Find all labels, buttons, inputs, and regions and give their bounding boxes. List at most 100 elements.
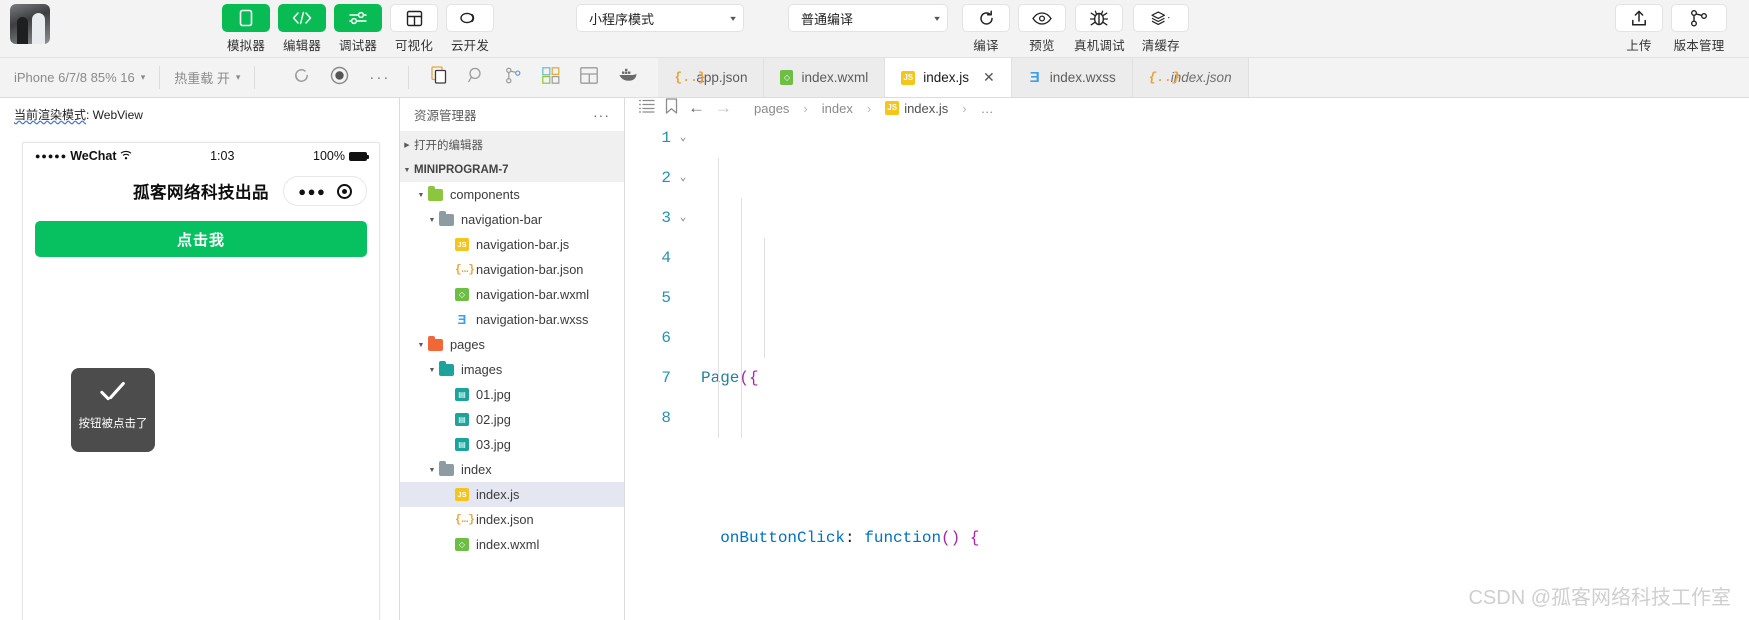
action-clear-cache[interactable]: 清缓存: [1132, 0, 1189, 54]
open-editors-section[interactable]: 打开的编辑器: [400, 132, 624, 157]
tree-item-navigation-bar-wxml[interactable]: ◇ navigation-bar.wxml: [400, 282, 624, 307]
branch-icon: [1671, 4, 1727, 32]
action-compile[interactable]: 编译: [962, 0, 1010, 54]
tree-item-03-jpg[interactable]: ▤ 03.jpg: [400, 432, 624, 457]
capsule-button[interactable]: ●●●: [283, 176, 367, 206]
action-remote-debug[interactable]: 真机调试: [1074, 0, 1125, 54]
device-selector[interactable]: iPhone 6/7/8 85% 16 ▾: [0, 58, 159, 97]
chevron-down-icon: [425, 465, 439, 474]
record-icon[interactable]: [330, 66, 349, 90]
docker-icon[interactable]: [618, 68, 638, 87]
fold-gutter[interactable]: ⌄ ⌄ ⌄: [671, 118, 695, 620]
mode-simulator[interactable]: 模拟器: [222, 0, 270, 54]
file-explorer: 资源管理器 ··· 打开的编辑器 MINIPROGRAM-7 component…: [400, 98, 625, 620]
breadcrumb-pages[interactable]: pages: [754, 101, 789, 116]
code-token-function: function: [864, 529, 942, 547]
chevron-down-icon: ▾: [934, 13, 940, 23]
breadcrumb-ellipsis[interactable]: …: [981, 101, 994, 116]
tree-item-images[interactable]: images: [400, 357, 624, 382]
tree-item-navigation-bar-json[interactable]: {…} navigation-bar.json: [400, 257, 624, 282]
action-version-control-label: 版本管理: [1673, 39, 1725, 53]
breadcrumb: ← → pages › index › JS index.js › …: [625, 98, 1749, 118]
wxss-file-icon: Ǝ: [1029, 68, 1040, 86]
user-avatar[interactable]: [10, 4, 50, 44]
back-arrow-icon[interactable]: ←: [688, 98, 705, 118]
project-root[interactable]: MINIPROGRAM-7: [400, 157, 624, 182]
list-icon[interactable]: [639, 99, 655, 117]
action-version-control[interactable]: 版本管理: [1671, 0, 1727, 54]
source-control-icon[interactable]: [505, 67, 522, 89]
close-icon[interactable]: ✕: [983, 69, 995, 86]
layout-panel-icon[interactable]: [580, 66, 599, 89]
tab-index-js[interactable]: JS index.js ✕: [885, 58, 1012, 97]
breadcrumb-file-label: index.js: [904, 100, 949, 116]
code-area[interactable]: 1 2 3 4 5 6 7 8 ⌄ ⌄ ⌄ Page({onButtonCli…: [625, 118, 1749, 620]
action-preview[interactable]: 预览: [1018, 0, 1066, 54]
code-token-prop: onButtonClick: [720, 529, 846, 547]
breadcrumb-index[interactable]: index: [822, 101, 853, 116]
explorer-title: 资源管理器: [414, 109, 477, 123]
tree-item-index-folder[interactable]: index: [400, 457, 624, 482]
top-toolbar: 模拟器 编辑器 调试器 可视化 云开发 小程序模式 ▾ 普通编译 ▾ 编译 预览…: [0, 0, 1749, 58]
tree-item-index-json[interactable]: {…} index.json: [400, 507, 624, 532]
forward-arrow-icon[interactable]: →: [715, 98, 732, 118]
code-line-2: onButtonClick: function() {: [701, 518, 1749, 558]
cloud-icon: [446, 4, 494, 32]
tree-item-01-jpg[interactable]: ▤ 01.jpg: [400, 382, 624, 407]
mode-cloud[interactable]: 云开发: [446, 0, 494, 54]
tree-item-02-jpg[interactable]: ▤ 02.jpg: [400, 407, 624, 432]
extensions-icon[interactable]: [542, 66, 560, 89]
breadcrumb-file[interactable]: JS index.js: [885, 101, 948, 116]
code-lines[interactable]: Page({ onButtonClick: function() { wx.sh…: [695, 118, 1749, 620]
device-selector-value: iPhone 6/7/8 85% 16: [14, 70, 135, 85]
tree-item-navigation-bar-wxss[interactable]: Ǝ navigation-bar.wxss: [400, 307, 624, 332]
action-upload[interactable]: 上传: [1615, 0, 1663, 54]
more-icon[interactable]: ···: [593, 107, 610, 123]
tree-item-components[interactable]: components: [400, 182, 624, 207]
tab-index-json[interactable]: {..} index.json: [1132, 58, 1249, 97]
hot-reload-toggle[interactable]: 热重载 开 ▾: [160, 58, 254, 97]
tree-item-index-js[interactable]: JS index.js: [400, 482, 624, 507]
upload-icon: [1615, 4, 1663, 32]
line-number: 5: [661, 289, 671, 307]
tree-item-index-wxml[interactable]: ◇ index.wxml: [400, 532, 624, 557]
mode-debugger[interactable]: 调试器: [334, 0, 382, 54]
mode-editor[interactable]: 编辑器: [278, 0, 326, 54]
js-file-icon: JS: [455, 238, 469, 251]
copy-icon[interactable]: [431, 66, 448, 89]
render-mode-prefix: 当前渲染模式: [14, 108, 87, 122]
phone-status-bar: ●●●●● WeChat 1:03 100%: [23, 143, 379, 169]
tree-item-label: index: [461, 462, 492, 477]
fold-toggle: ⌄: [679, 212, 687, 224]
tree-item-pages[interactable]: pages: [400, 332, 624, 357]
mode-visual[interactable]: 可视化: [390, 0, 438, 54]
check-icon: [96, 389, 130, 409]
phone-nav-bar: 孤客网络科技出品 ●●●: [23, 169, 379, 213]
tab-index-wxml[interactable]: index.wxml: [764, 58, 886, 97]
mode-editor-label: 编辑器: [282, 39, 322, 53]
open-editors-label: 打开的编辑器: [414, 139, 483, 152]
folder-icon: [439, 460, 454, 476]
close-target-icon[interactable]: [336, 183, 352, 199]
refresh-circle-icon[interactable]: [293, 67, 310, 89]
tree-item-navigation-bar[interactable]: navigation-bar: [400, 207, 624, 232]
tree-item-label: pages: [450, 337, 485, 352]
hot-reload-label: 热重载 开: [174, 71, 230, 86]
code-token-parens: (): [941, 529, 970, 547]
mode-select[interactable]: 小程序模式 ▾: [576, 0, 744, 32]
more-icon[interactable]: ···: [369, 70, 390, 85]
signal-dots-icon: ●●●●●: [35, 151, 68, 161]
search-icon[interactable]: [468, 67, 485, 89]
bookmark-icon[interactable]: [665, 98, 678, 118]
action-upload-label: 上传: [1626, 39, 1652, 53]
code-icon: [278, 4, 326, 32]
tab-index-wxss[interactable]: Ǝ index.wxss: [1011, 58, 1133, 97]
menu-dots-icon[interactable]: ●●●: [298, 185, 326, 198]
tab-app-json[interactable]: {..} app.json: [658, 58, 765, 97]
tree-item-navigation-bar-js[interactable]: JS navigation-bar.js: [400, 232, 624, 257]
main-area: 当前渲染模式: WebView ●●●●● WeChat 1:03 100% 孤…: [0, 98, 1749, 620]
simulator-pane: 当前渲染模式: WebView ●●●●● WeChat 1:03 100% 孤…: [0, 98, 400, 620]
compile-select[interactable]: 普通编译 ▾: [788, 0, 948, 32]
json-file-icon: {..}: [674, 69, 706, 85]
click-me-button[interactable]: 点击我: [35, 221, 367, 257]
